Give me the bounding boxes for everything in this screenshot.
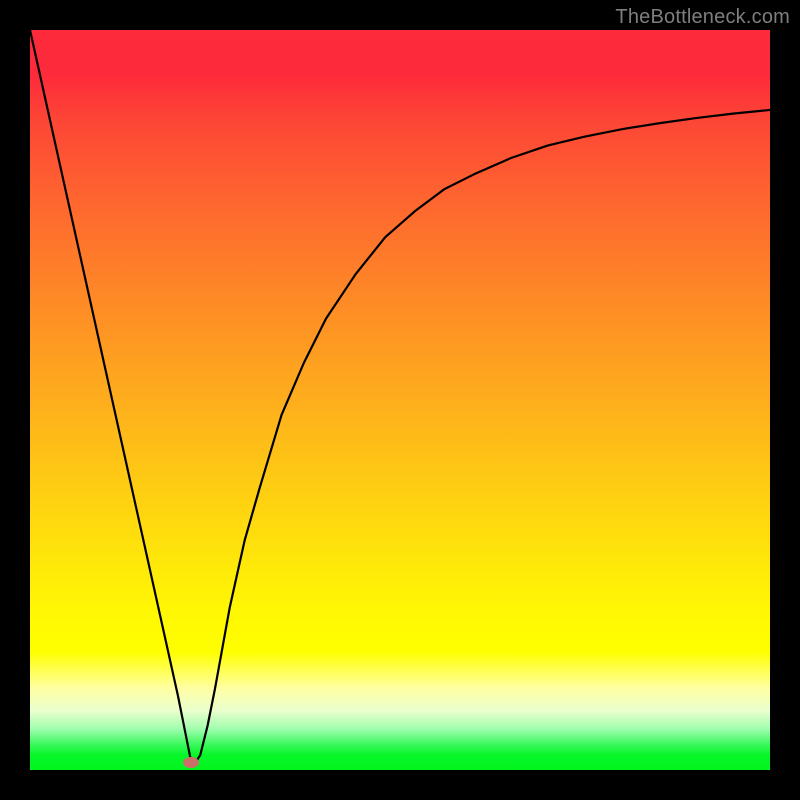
chart-frame: TheBottleneck.com <box>0 0 800 800</box>
watermark-text: TheBottleneck.com <box>615 6 790 29</box>
bottleneck-curve <box>30 30 770 770</box>
plot-area <box>30 30 770 770</box>
minimum-marker <box>183 757 199 768</box>
